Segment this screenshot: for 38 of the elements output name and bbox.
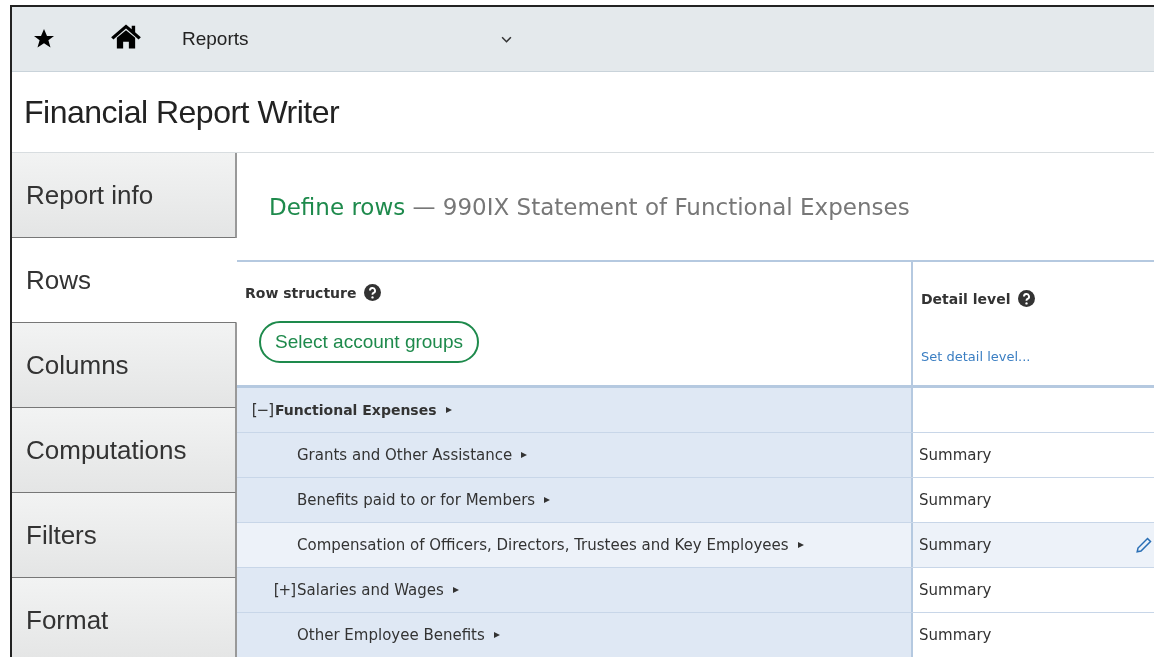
sidebar-tab[interactable]: Computations xyxy=(12,408,236,493)
sidebar-tab[interactable]: Filters xyxy=(12,493,236,578)
reports-dropdown[interactable]: Reports xyxy=(182,28,512,50)
detail-level: Summary xyxy=(919,536,992,554)
detail-level: Summary xyxy=(919,626,992,644)
sidebar-tab[interactable]: Rows xyxy=(12,238,237,323)
home-icon[interactable] xyxy=(110,22,142,50)
detail-level: Summary xyxy=(919,581,992,599)
caret-icon[interactable] xyxy=(544,497,551,503)
expand-toggle[interactable]: [+] xyxy=(273,581,297,599)
tree-row[interactable]: Grants and Other Assistance xyxy=(237,433,913,477)
caret-icon[interactable] xyxy=(521,452,528,458)
help-icon[interactable] xyxy=(364,284,382,301)
tree-row[interactable]: [−]Functional Expenses xyxy=(237,388,913,432)
column-header: Detail level xyxy=(921,290,1011,307)
expand-toggle[interactable]: [−] xyxy=(251,401,275,419)
pencil-icon[interactable] xyxy=(1136,537,1152,553)
caret-icon[interactable] xyxy=(797,542,804,548)
set-detail-link[interactable]: Set detail level... xyxy=(921,349,1154,364)
caret-icon[interactable] xyxy=(452,587,459,593)
step-title: Define rows xyxy=(269,193,406,220)
sidebar-tab[interactable]: Report info xyxy=(12,153,236,238)
caret-icon[interactable] xyxy=(493,632,500,638)
tree-row[interactable]: [+]Salaries and Wages xyxy=(237,568,913,612)
detail-level: Summary xyxy=(919,491,992,509)
column-header: Row structure xyxy=(245,284,357,301)
select-groups-button[interactable]: Select account groups xyxy=(259,321,479,363)
tree-row[interactable]: Benefits paid to or for Members xyxy=(237,478,913,522)
report-title: — 990IX Statement of Functional Expenses xyxy=(411,193,910,220)
app-title: Financial Report Writer xyxy=(24,93,340,131)
sidebar-tab[interactable]: Format xyxy=(12,578,236,657)
detail-level: Summary xyxy=(919,446,992,464)
sidebar-tab[interactable]: Columns xyxy=(12,323,236,408)
caret-icon[interactable] xyxy=(445,407,452,413)
tree-row[interactable]: Other Employee Benefits xyxy=(237,613,913,657)
chevron-down-icon xyxy=(501,35,512,43)
help-icon[interactable] xyxy=(1018,290,1036,307)
tree-row[interactable]: Compensation of Officers, Directors, Trustees and Key Employees xyxy=(237,523,913,567)
